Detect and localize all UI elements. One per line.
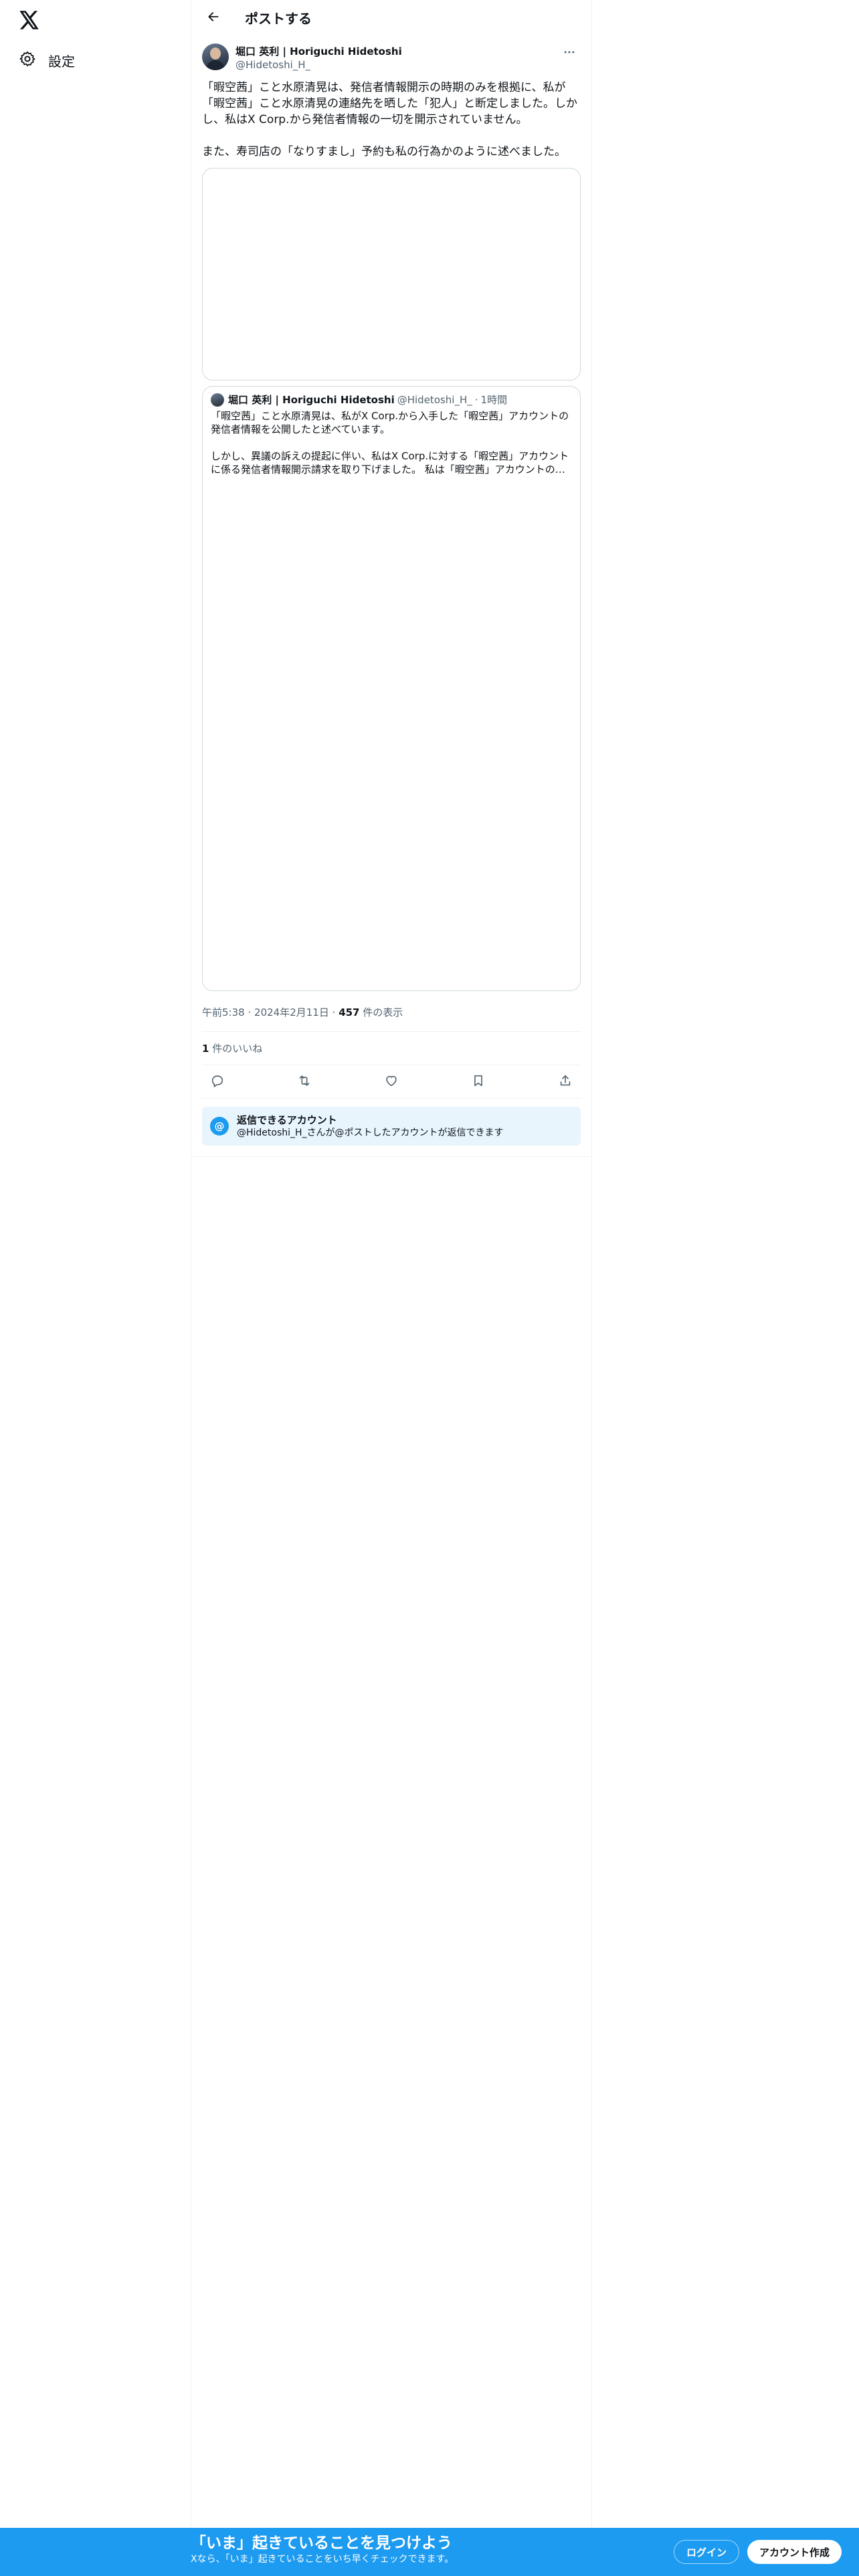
quote-header: 堀口 英利 | Horiguchi Hidetoshi @Hidetoshi_H… (211, 393, 572, 407)
author-handle[interactable]: @Hidetoshi_H_ (235, 58, 402, 72)
bookmark-button[interactable] (467, 1071, 490, 1093)
bookmark-icon (471, 1073, 486, 1091)
arrow-left-icon (207, 10, 220, 26)
share-icon (558, 1073, 573, 1091)
post-actions (202, 1065, 581, 1099)
quote-author-name: 堀口 英利 | Horiguchi Hidetoshi (228, 394, 395, 406)
more-button[interactable] (558, 42, 581, 65)
media-card[interactable] (202, 168, 581, 381)
signup-button[interactable]: アカウント作成 (747, 2540, 842, 2564)
sidebar-item-settings[interactable]: 設定 (16, 44, 80, 76)
post-text: 「暇空茜」こと水原清晃は、発信者情報開示の時期のみを根拠に、私が「暇空茜」こと水… (202, 81, 577, 158)
author-name[interactable]: 堀口 英利 | Horiguchi Hidetoshi (235, 45, 402, 58)
likes-count: 1 (202, 1043, 209, 1055)
meta-separator: · (332, 1006, 336, 1018)
login-button[interactable]: ログイン (673, 2540, 739, 2564)
quote-separator: · (474, 394, 478, 406)
like-button[interactable] (380, 1071, 403, 1093)
sidebar: 設定 (0, 0, 191, 2576)
back-button[interactable] (202, 7, 225, 29)
main-column: ポストする 堀口 英利 | Horiguchi Hidetoshi @Hidet… (191, 0, 592, 2528)
quote-author-handle: @Hidetoshi_H_ (397, 394, 472, 406)
post-time[interactable]: 午前5:38 (202, 1006, 245, 1018)
post: 堀口 英利 | Horiguchi Hidetoshi @Hidetoshi_H… (191, 43, 591, 1157)
reply-button[interactable] (206, 1071, 229, 1093)
reply-restriction-notice: @ 返信できるアカウント @Hidetoshi_H_さんが@ポストしたアカウント… (202, 1107, 581, 1146)
reply-notice-title: 返信できるアカウント (237, 1114, 337, 1126)
views-count: 457 (339, 1006, 360, 1018)
gear-icon (19, 50, 36, 70)
heart-icon (384, 1073, 399, 1091)
post-author-row: 堀口 英利 | Horiguchi Hidetoshi @Hidetoshi_H… (202, 43, 581, 77)
at-icon: @ (210, 1117, 229, 1136)
banner-buttons: ログイン アカウント作成 (673, 2540, 842, 2564)
views-label: 件の表示 (359, 1006, 403, 1018)
quote-avatar (211, 393, 224, 407)
x-logo-icon[interactable] (16, 7, 43, 33)
post-meta: 午前5:38 · 2024年2月11日 · 457 件の表示 (202, 1000, 581, 1032)
repost-button[interactable] (293, 1071, 316, 1093)
reply-notice-desc: @Hidetoshi_H_さんが@ポストしたアカウントが返信できます (237, 1128, 504, 1138)
banner-text: 「いま」起きていることを見つけよう Xなら、「いま」起きていることをいち早くチェ… (191, 2533, 454, 2565)
sidebar-item-label: 設定 (48, 53, 75, 70)
share-button[interactable] (554, 1071, 577, 1093)
quote-post[interactable]: 堀口 英利 | Horiguchi Hidetoshi @Hidetoshi_H… (202, 386, 581, 991)
likes-label: 件のいいね (209, 1043, 263, 1055)
signup-banner: 「いま」起きていることを見つけよう Xなら、「いま」起きていることをいち早くチェ… (0, 2528, 859, 2576)
banner-title: 「いま」起きていることを見つけよう (191, 2535, 452, 2552)
quote-time: 1時間 (480, 394, 508, 406)
quote-text: 「暇空茜」こと水原清晃は、私がX Corp.から入手した「暇空茜」アカウントの発… (211, 410, 569, 475)
repost-icon (297, 1073, 312, 1091)
likes-row[interactable]: 1 件のいいね (202, 1032, 581, 1065)
meta-separator: · (248, 1006, 252, 1018)
banner-subtitle: Xなら、「いま」起きていることをいち早くチェックできます。 (191, 2554, 454, 2565)
page-title: ポストする (245, 11, 312, 27)
avatar[interactable] (202, 43, 229, 70)
post-date[interactable]: 2024年2月11日 (254, 1006, 329, 1018)
author-names: 堀口 英利 | Horiguchi Hidetoshi @Hidetoshi_H… (235, 43, 402, 72)
reply-notice-text: 返信できるアカウント @Hidetoshi_H_さんが@ポストしたアカウントが返… (237, 1113, 504, 1139)
more-horizontal-icon (563, 45, 576, 62)
page-header: ポストする (191, 0, 591, 35)
reply-icon (210, 1073, 225, 1091)
